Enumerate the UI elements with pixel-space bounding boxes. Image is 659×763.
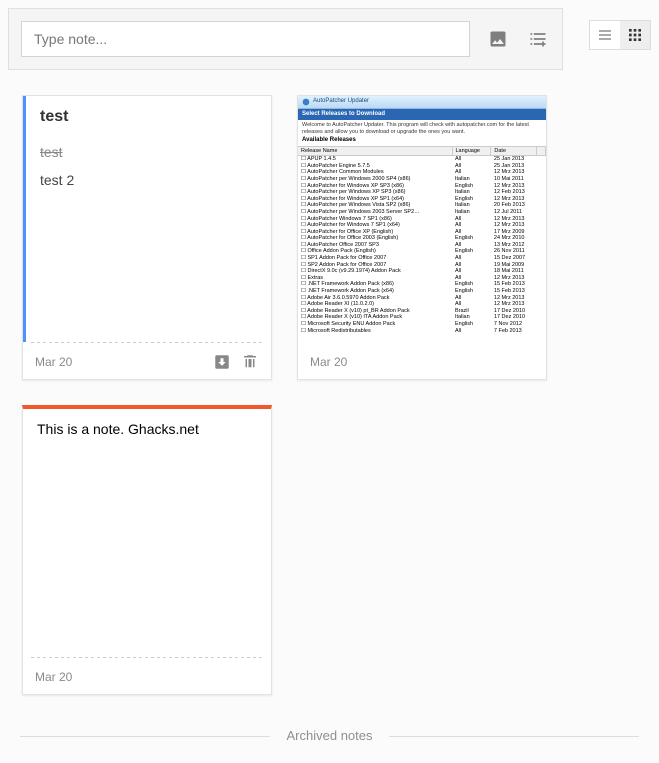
list-view-button[interactable]: [590, 21, 620, 49]
note-card[interactable]: This is a note. Ghacks.net Mar 20: [22, 405, 272, 695]
trash-icon[interactable]: [241, 353, 259, 371]
dialog-heading: Select Releases to Download: [298, 109, 546, 120]
release-table: Release Name Language Date APUP 1.4.5All…: [298, 146, 546, 335]
table-row: AutoPatcher per Windows Vista SP2 (x86)I…: [298, 202, 546, 209]
col-date: Date: [491, 146, 537, 156]
col-release: Release Name: [298, 146, 452, 156]
table-row: AutoPatcher per Windows 2003 Server SP2……: [298, 209, 546, 216]
table-row: Adobe Reader XI (11.0.2.0)All12 Mrz 2013: [298, 301, 546, 308]
note-input[interactable]: [21, 21, 470, 57]
grid-view-button[interactable]: [620, 21, 650, 49]
archived-label: Archived notes: [287, 728, 373, 743]
archived-divider: Archived notes: [0, 728, 659, 743]
note-date: Mar 20: [35, 355, 72, 369]
table-row: AutoPatcher per Windows 2000 SP4 (x86)It…: [298, 176, 546, 183]
window-title: AutoPatcher Updater: [313, 98, 369, 105]
checklist-item-done: test: [40, 144, 257, 160]
table-row: SP1 Addon Pack for Office 2007All15 Dez …: [298, 255, 546, 262]
table-row: DirectX 9.0c (v9.29.1974) Addon PackAll1…: [298, 268, 546, 275]
table-row: .NET Framework Addon Pack (x64)English15…: [298, 288, 546, 295]
table-row: Adobe Reader X (v10) ITA Addon PackItali…: [298, 314, 546, 321]
note-title: test: [40, 108, 257, 126]
new-list-icon[interactable]: [526, 27, 550, 51]
note-date: Mar 20: [310, 355, 347, 369]
table-row: AutoPatcher Common ModulesAll12 Mrz 2013: [298, 169, 546, 176]
note-card[interactable]: AutoPatcher Updater Select Releases to D…: [297, 95, 547, 380]
table-row: APUP 1.4.5All25 Jan 2013: [298, 156, 546, 163]
checklist-item: test 2: [40, 172, 257, 188]
image-icon[interactable]: [486, 27, 510, 51]
view-toggle: [589, 20, 651, 50]
table-row: Microsoft Security ENU Addon PackEnglish…: [298, 321, 546, 328]
dialog-description: Welcome to AutoPatcher Updater. This pro…: [298, 120, 546, 137]
note-date: Mar 20: [35, 670, 72, 684]
archive-icon[interactable]: [213, 353, 231, 371]
col-language: Language: [452, 146, 491, 156]
table-row: AutoPatcher for Windows 7 SP1 (x64)All12…: [298, 222, 546, 229]
table-row: Microsoft RedistributablesAll7 Feb 2013: [298, 328, 546, 335]
table-row: AutoPatcher per Windows XP SP3 (x86)Ital…: [298, 189, 546, 196]
note-text: This is a note. Ghacks.net: [37, 421, 257, 437]
available-releases-label: Available Releases: [298, 137, 546, 145]
compose-bar: [8, 8, 563, 70]
note-card[interactable]: test test test 2 Mar 20: [22, 95, 272, 380]
notes-grid: test test test 2 Mar 20 AutoPatcher Upda…: [0, 70, 659, 720]
table-row: AutoPatcher for Office 2003 (English)Eng…: [298, 235, 546, 242]
note-image: AutoPatcher Updater Select Releases to D…: [298, 96, 546, 343]
